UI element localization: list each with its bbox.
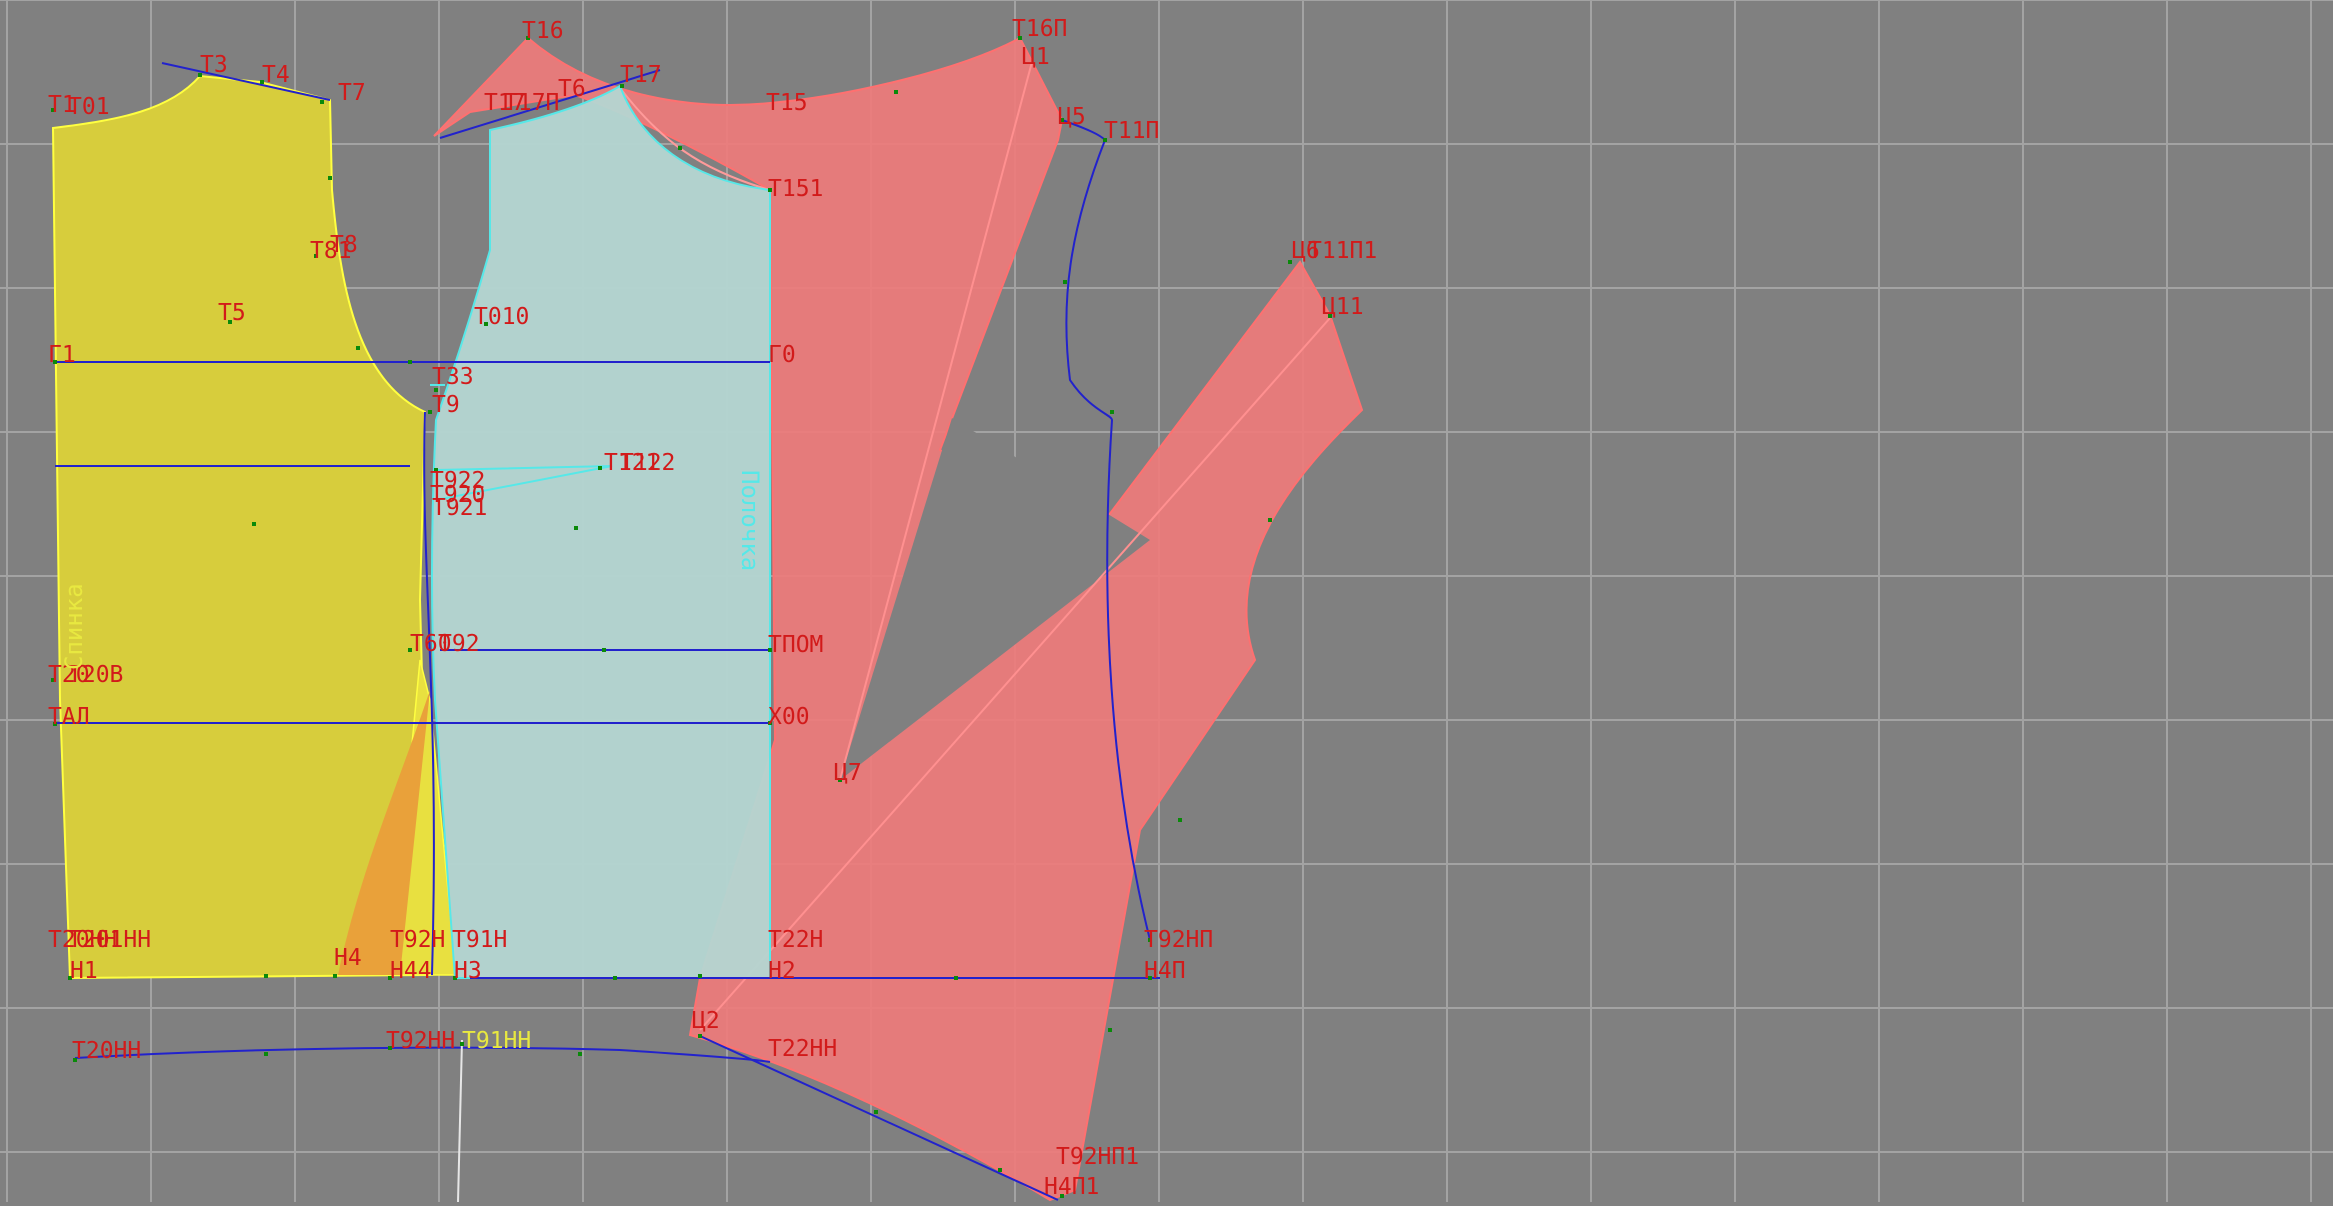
construction-point[interactable]	[698, 974, 702, 978]
point-label-n44: Н44	[390, 958, 432, 984]
point-label-t17: T17	[620, 62, 662, 88]
point-label-t22nn: T22НН	[768, 1036, 837, 1062]
construction-point[interactable]	[678, 146, 682, 150]
point-label-t9: T9	[432, 392, 460, 418]
point-label-ts5: Ц5	[1058, 104, 1086, 130]
point-label-t33: T33	[432, 364, 474, 390]
construction-point[interactable]	[698, 1034, 702, 1038]
construction-point[interactable]	[998, 1168, 1002, 1172]
point-label-t6: T6	[558, 76, 586, 102]
construction-point[interactable]	[894, 90, 898, 94]
measure-line	[457, 1039, 463, 1203]
point-label-n4: Н4	[334, 945, 362, 971]
point-label-t92: T92	[438, 631, 480, 657]
construction-point[interactable]	[252, 522, 256, 526]
point-label-t921: T921	[432, 495, 487, 521]
point-label-t20nn-low: T20НН	[72, 1038, 141, 1064]
point-label-n3: Н3	[454, 958, 482, 984]
point-label-t17p: T17П	[504, 90, 559, 116]
point-label-x00: X00	[768, 704, 810, 730]
point-label-t92np: T92НП	[1144, 927, 1213, 953]
point-label-n2: Н2	[768, 958, 796, 984]
point-label-t151: T151	[768, 176, 823, 202]
point-label-t01: T01	[68, 94, 110, 120]
point-label-g1: Г1	[48, 342, 76, 368]
construction-point[interactable]	[264, 1052, 268, 1056]
point-label-t91n: T91Н	[452, 927, 507, 953]
point-label-n1: Н1	[70, 958, 98, 984]
point-label-tal: TАЛ	[48, 704, 90, 730]
construction-point[interactable]	[574, 526, 578, 530]
point-label-t201nn: T201НН	[68, 927, 151, 953]
construction-point[interactable]	[333, 974, 337, 978]
construction-point[interactable]	[1268, 518, 1272, 522]
construction-point[interactable]	[320, 100, 324, 104]
piece-label-back-side: Спинка	[60, 583, 88, 670]
construction-point[interactable]	[613, 976, 617, 980]
point-label-t3: T3	[200, 52, 228, 78]
point-label-tpom: TПОМ	[768, 632, 823, 658]
construction-point[interactable]	[598, 466, 602, 470]
point-label-t11p: T11П	[1104, 118, 1159, 144]
point-label-t7: T7	[338, 80, 366, 106]
point-label-t5: T5	[218, 300, 246, 326]
back-main-panel[interactable]	[51, 74, 432, 980]
construction-point[interactable]	[874, 1110, 878, 1114]
point-label-t22n: T22Н	[768, 927, 823, 953]
point-label-t92n: T92Н	[390, 927, 445, 953]
construction-point[interactable]	[954, 976, 958, 980]
point-label-t81: T81	[310, 238, 352, 264]
point-label-ts7: Ц7	[834, 760, 862, 786]
point-label-t15: T15	[766, 90, 808, 116]
point-label-t16: T16	[522, 18, 564, 44]
point-label-t91nn: T91НН	[462, 1028, 531, 1054]
point-label-t92nn: T92НН	[386, 1028, 455, 1054]
point-label-t122: T122	[620, 450, 675, 476]
point-label-t16p: T16П	[1012, 16, 1067, 42]
piece-label-lining-side: Полочка	[736, 470, 764, 571]
point-label-ts11: Ц11	[1322, 294, 1364, 320]
construction-point[interactable]	[408, 360, 412, 364]
point-label-t010: T010	[474, 304, 529, 330]
construction-point[interactable]	[264, 974, 268, 978]
point-label-n4p1: Н4П1	[1044, 1174, 1099, 1200]
construction-point[interactable]	[356, 346, 360, 350]
back-piece[interactable]	[51, 74, 457, 980]
construction-point[interactable]	[1178, 818, 1182, 822]
construction-point[interactable]	[328, 176, 332, 180]
point-label-t92np1: T92НП1	[1056, 1144, 1139, 1170]
pattern-canvas[interactable]: T1 T01 T3 T4 T7 T8 T81 T5 Г1 T16 T6 T17 T17П T17 T15 T1…	[0, 0, 2333, 1203]
construction-point[interactable]	[602, 648, 606, 652]
lining-piece[interactable]	[431, 84, 771, 979]
construction-point[interactable]	[1063, 280, 1067, 284]
construction-point[interactable]	[1108, 1028, 1112, 1032]
lining-panel[interactable]	[431, 84, 771, 979]
point-label-ts2: Ц2	[692, 1008, 720, 1034]
point-label-t4: T4	[262, 62, 290, 88]
construction-point[interactable]	[1110, 410, 1114, 414]
construction-point[interactable]	[578, 1052, 582, 1056]
point-label-g0: Г0	[768, 342, 796, 368]
point-label-t11p1: T11П1	[1308, 238, 1377, 264]
point-label-n4p: Н4П	[1144, 958, 1186, 984]
point-label-ts1: Ц1	[1022, 44, 1050, 70]
